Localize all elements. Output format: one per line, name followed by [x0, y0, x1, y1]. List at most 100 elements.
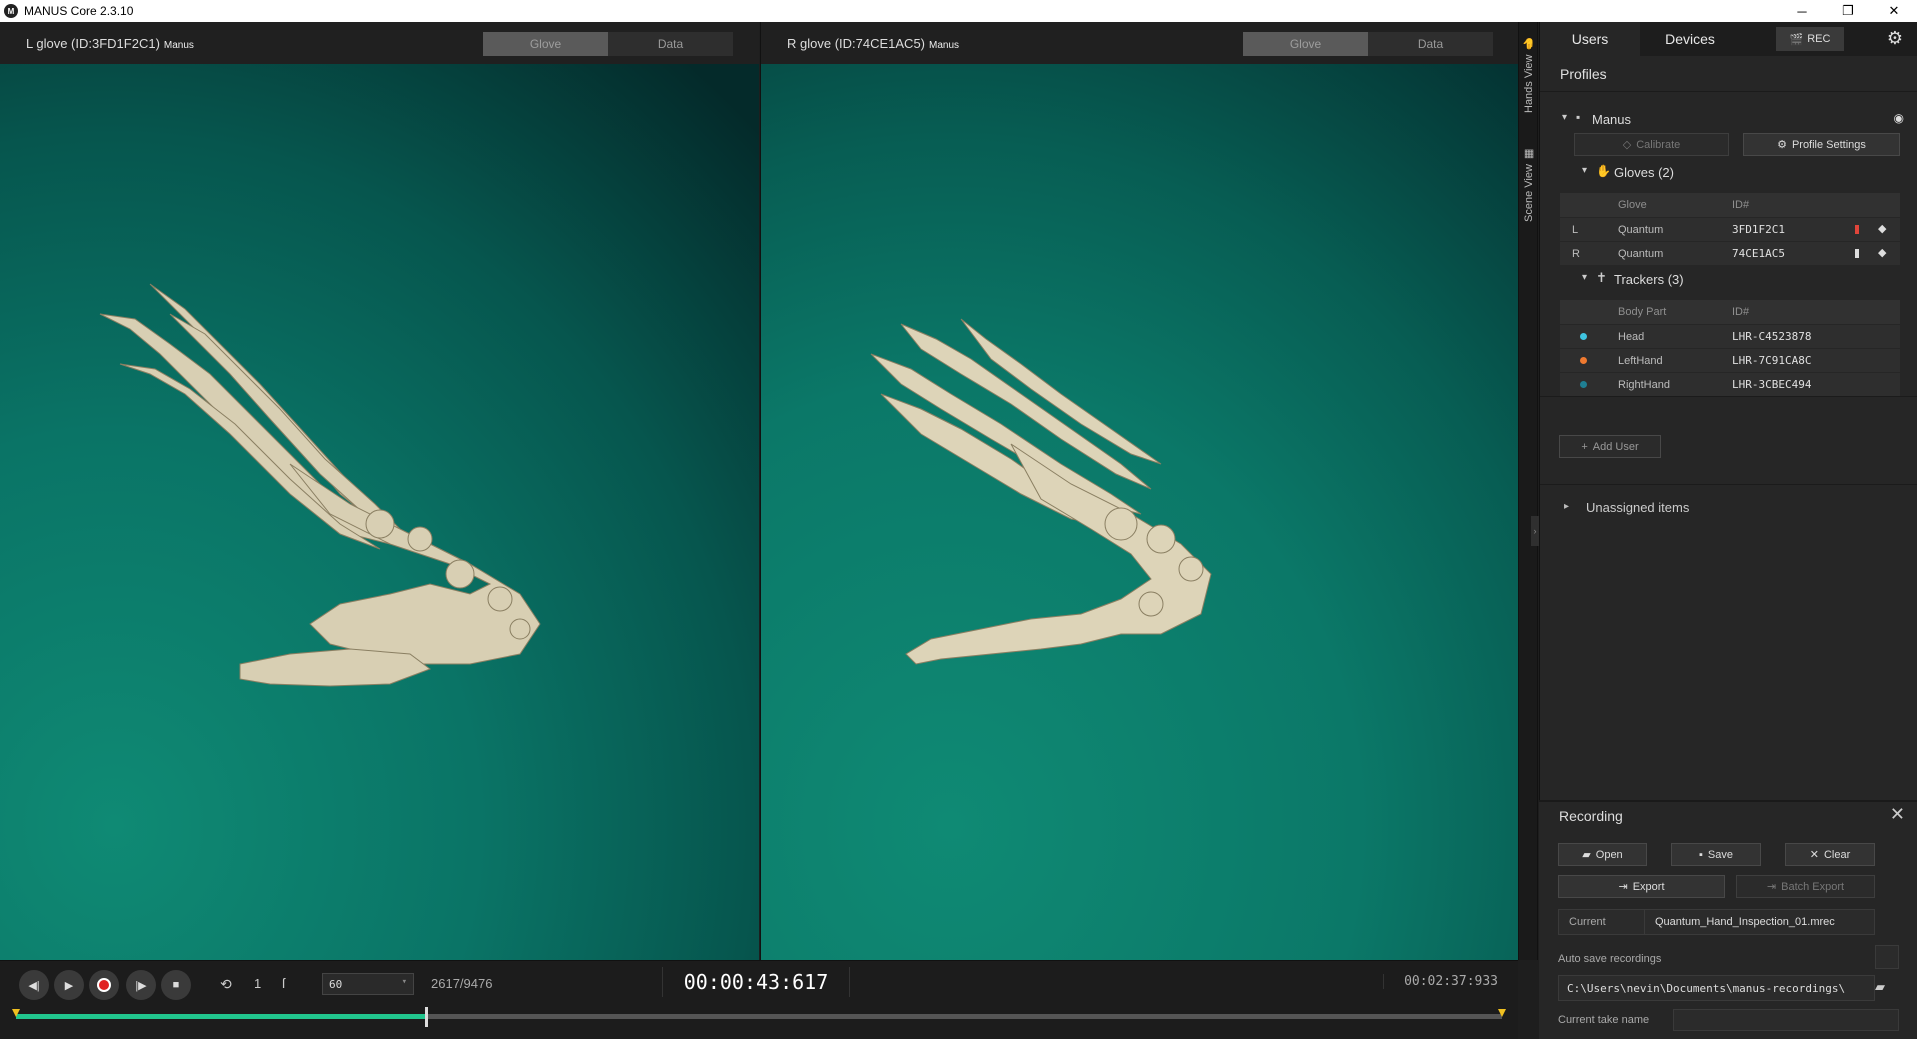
profiles-title: Profiles [1540, 56, 1917, 92]
gloves-table-header: Glove ID# [1560, 193, 1900, 217]
clear-button[interactable]: ✕ Clear [1785, 843, 1875, 866]
transport-bar: ◀| ▶ |▶ ■ ⟲ 1 ſ 60 ▾ 2617/9476 00:00:43:… [0, 960, 1518, 1039]
save-disk-icon: ▪ [1576, 110, 1581, 124]
hand-icon: ✋ [1523, 37, 1536, 51]
unassigned-items-group[interactable]: ▸ Unassigned items [1540, 498, 1917, 520]
step-forward-button[interactable]: |▶ [126, 970, 156, 1000]
end-marker[interactable] [1498, 1009, 1506, 1017]
glove-id: 74CE1AC5 [1732, 247, 1785, 260]
open-button[interactable]: ▰ Open [1558, 843, 1647, 866]
right-view-switch: Glove Data [1243, 32, 1493, 56]
tracker-part: Head [1618, 330, 1645, 343]
right-glove-viewport: R glove (ID:74CE1AC5) Manus Glove Data [760, 22, 1519, 960]
tracker-color-dot [1580, 333, 1587, 340]
chevron-down-icon[interactable]: ▾ [1562, 112, 1567, 123]
film-icon: 🎬 [1789, 33, 1804, 46]
divider [1540, 396, 1917, 397]
panel-collapse-handle[interactable]: › [1531, 516, 1539, 546]
chevron-right-icon[interactable]: ▸ [1564, 501, 1569, 512]
autosave-path-field[interactable]: C:\Users\nevin\Documents\manus-recording… [1558, 975, 1875, 1001]
calibrate-button[interactable]: ◇ Calibrate [1574, 133, 1729, 156]
fps-select[interactable]: 60 ▾ [322, 973, 414, 995]
loop-icon[interactable]: ⟲ [220, 976, 232, 993]
profile-row[interactable]: ▾ ▪ Manus ◉ [1540, 106, 1917, 132]
start-marker[interactable] [12, 1009, 20, 1017]
stop-button[interactable]: ■ [161, 970, 191, 1000]
take-name-input[interactable] [1673, 1009, 1899, 1031]
chevron-down-icon[interactable]: ▾ [1582, 165, 1587, 176]
tab-users[interactable]: Users [1540, 22, 1640, 56]
play-button[interactable]: ▶ [54, 970, 84, 1000]
hands-view-tab[interactable]: Hands View ✋ [1519, 30, 1539, 120]
manus-logo-icon: M [4, 4, 18, 18]
right-data-tab[interactable]: Data [1368, 32, 1493, 56]
timeline-scrubber[interactable] [12, 1007, 1506, 1027]
window-controls: ─ ❐ ✕ [1779, 0, 1917, 22]
frame-counter: 2617/9476 [431, 976, 493, 991]
record-button[interactable] [89, 970, 119, 1000]
table-row[interactable]: RightHand LHR-3CBEC494 [1560, 372, 1900, 396]
table-row[interactable]: LeftHand LHR-7C91CA8C [1560, 348, 1900, 372]
trackers-table: Body Part ID# Head LHR-C4523878 LeftHand… [1560, 300, 1900, 396]
export-button[interactable]: ⇥ Export [1558, 875, 1725, 898]
col-glove: Glove [1618, 199, 1647, 211]
left-hand-skeleton [99, 283, 541, 687]
timecode: 00:00:43:617 [662, 967, 850, 997]
table-row[interactable]: Head LHR-C4523878 [1560, 324, 1900, 348]
playhead[interactable] [425, 1007, 429, 1027]
tab-devices[interactable]: Devices [1640, 22, 1740, 56]
glove-icon: ✋ [1596, 164, 1611, 178]
recording-title: Recording [1559, 808, 1623, 824]
loop-count[interactable]: 1 [254, 976, 261, 991]
left-data-tab[interactable]: Data [608, 32, 733, 56]
autosave-label: Auto save recordings [1558, 953, 1662, 965]
rec-button[interactable]: 🎬 REC [1776, 27, 1844, 51]
take-name-label: Current take name [1558, 1014, 1650, 1026]
restore-button[interactable]: ❐ [1825, 0, 1871, 22]
batch-export-button[interactable]: ⇥ Batch Export [1736, 875, 1875, 898]
autosave-checkbox[interactable] [1875, 945, 1899, 969]
current-recording-field[interactable]: Current Quantum_Hand_Inspection_01.mrec [1558, 909, 1875, 935]
right-hand-3d-scene[interactable] [761, 64, 1519, 960]
stop-icon: ■ [172, 979, 180, 991]
rec-label: REC [1807, 33, 1831, 45]
minimize-button[interactable]: ─ [1779, 0, 1825, 22]
wifi-icon: ◆ [1878, 247, 1887, 259]
close-window-button[interactable]: ✕ [1871, 0, 1917, 22]
profile-settings-button[interactable]: ⚙ Profile Settings [1743, 133, 1900, 156]
profile-name: Manus [1592, 112, 1632, 127]
save-button[interactable]: ▪ Save [1671, 843, 1761, 866]
tracker-id: LHR-C4523878 [1732, 330, 1812, 343]
add-user-button[interactable]: + Add User [1559, 435, 1661, 458]
folder-browse-icon[interactable]: ▰ [1875, 979, 1885, 995]
gloves-title: Gloves (2) [1614, 165, 1674, 180]
table-row[interactable]: L Quantum 3FD1F2C1 ◆ [1560, 217, 1900, 241]
window-title: MANUS Core 2.3.10 [24, 4, 134, 18]
target-icon: ◇ [1622, 139, 1632, 151]
battery-icon [1855, 249, 1859, 258]
left-glove-tab[interactable]: Glove [483, 32, 608, 56]
gloves-table: Glove ID# L Quantum 3FD1F2C1 ◆ R Quantum… [1560, 193, 1900, 265]
table-row[interactable]: R Quantum 74CE1AC5 ◆ [1560, 241, 1900, 265]
step-back-button[interactable]: ◀| [19, 970, 49, 1000]
cube-icon: ▦ [1523, 147, 1536, 161]
save-icon: ▪ [1699, 848, 1703, 861]
trackers-group[interactable]: ▾ ✝ Trackers (3) [1540, 270, 1917, 292]
col-id: ID# [1732, 306, 1750, 318]
export-icon: ⇥ [1618, 881, 1628, 893]
right-glove-tab[interactable]: Glove [1243, 32, 1368, 56]
close-icon[interactable]: ✕ [1890, 804, 1905, 825]
trim-icon[interactable]: ſ [282, 975, 285, 991]
left-hand-3d-scene[interactable] [0, 64, 759, 960]
scene-view-tab[interactable]: Scene View ▦ [1519, 140, 1539, 230]
current-value: Quantum_Hand_Inspection_01.mrec [1655, 916, 1835, 928]
gloves-group[interactable]: ▾ ✋ Gloves (2) [1540, 163, 1917, 185]
chevron-down-icon[interactable]: ▾ [1582, 272, 1587, 283]
eye-icon[interactable]: ◉ [1894, 111, 1904, 125]
autosave-path: C:\Users\nevin\Documents\manus-recording… [1567, 981, 1846, 995]
gear-icon[interactable]: ⚙ [1887, 28, 1903, 49]
fps-value: 60 [329, 977, 343, 991]
glove-side: R [1572, 247, 1580, 260]
right-hand-skeleton [870, 318, 1212, 665]
left-viewport-title: L glove (ID:3FD1F2C1) Manus [26, 35, 194, 51]
